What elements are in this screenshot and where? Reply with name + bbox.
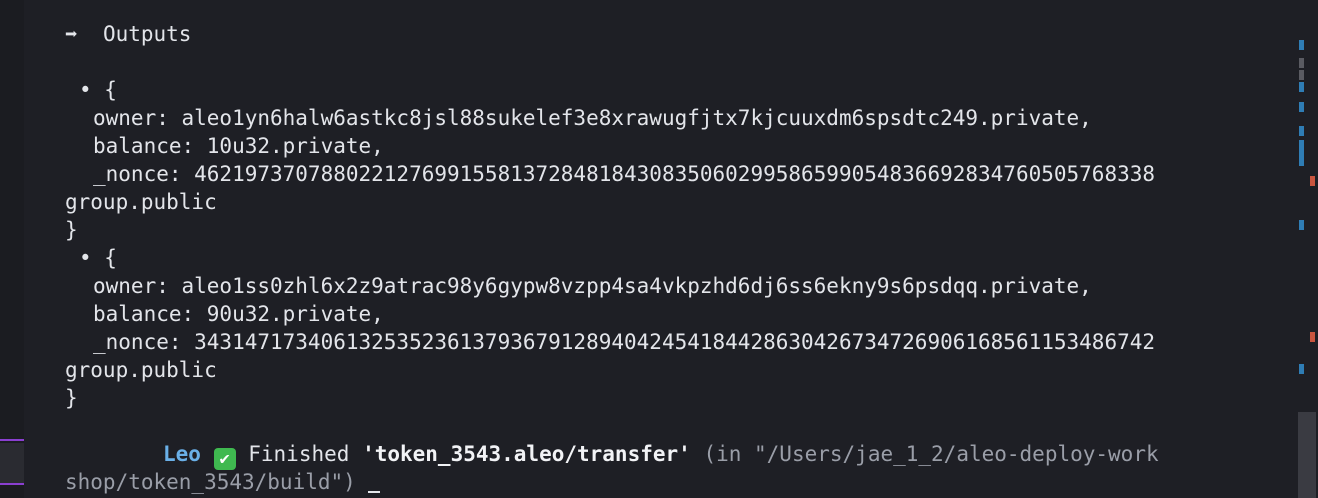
scroll-marker-error (1310, 332, 1315, 342)
scroll-marker (1299, 58, 1304, 68)
record-nonce-continued: group.public (65, 358, 217, 382)
scrollbar-thumb[interactable] (1298, 412, 1316, 498)
record-nonce: _nonce: 34314717340613253523613793679128… (93, 330, 1156, 354)
record-close: } (65, 218, 78, 242)
record-bullet: • { (79, 246, 117, 270)
arrow-right-icon: ➡ (65, 22, 78, 46)
scroll-marker (1299, 140, 1304, 166)
gutter-purple-mark (0, 439, 24, 441)
record-close: } (65, 386, 78, 410)
status-line-continued: shop/token_3543/build") (65, 468, 381, 496)
record-owner: owner: aleo1ss0zhl6x2z9atrac98y6gypw8vzp… (93, 274, 1092, 298)
terminal-cursor (368, 491, 381, 493)
scroll-marker-error (1310, 176, 1315, 186)
scrollbar[interactable] (1296, 0, 1318, 498)
program-name: 'token_3543.aleo/transfer' (362, 442, 691, 466)
scroll-marker (1299, 82, 1304, 92)
record-owner: owner: aleo1yn6halw6astkc8jsl88sukelef3e… (93, 106, 1092, 130)
record-nonce-continued: group.public (65, 190, 217, 214)
terminal-output[interactable]: ➡ Outputs • { owner: aleo1yn6halw6astkc8… (24, 0, 1296, 498)
record-nonce: _nonce: 46219737078802212769915581372848… (93, 162, 1156, 186)
build-path-continued: shop/token_3543/build") (65, 470, 356, 494)
record-bullet: • { (79, 78, 117, 102)
left-gutter (0, 0, 24, 498)
scroll-marker (1299, 364, 1304, 374)
record-balance: balance: 90u32.private, (93, 302, 384, 326)
outputs-heading: ➡ Outputs (65, 20, 191, 48)
finished-label: Finished (248, 442, 350, 466)
scroll-marker (1299, 70, 1304, 80)
check-icon: ✔ (213, 448, 236, 470)
record-balance: balance: 10u32.private, (93, 134, 384, 158)
outputs-label: Outputs (102, 22, 192, 46)
scroll-marker (1299, 40, 1304, 50)
gutter-block (0, 443, 24, 483)
leo-label: Leo (163, 442, 201, 466)
scroll-marker (1299, 102, 1304, 112)
gutter-purple-mark (0, 483, 24, 485)
status-line: Leo ✔ Finished 'token_3543.aleo/transfer… (163, 440, 1159, 470)
scroll-marker (1299, 220, 1304, 230)
build-path: (in "/Users/jae_1_2/aleo-deploy-work (703, 442, 1159, 466)
scroll-marker (1299, 126, 1304, 136)
